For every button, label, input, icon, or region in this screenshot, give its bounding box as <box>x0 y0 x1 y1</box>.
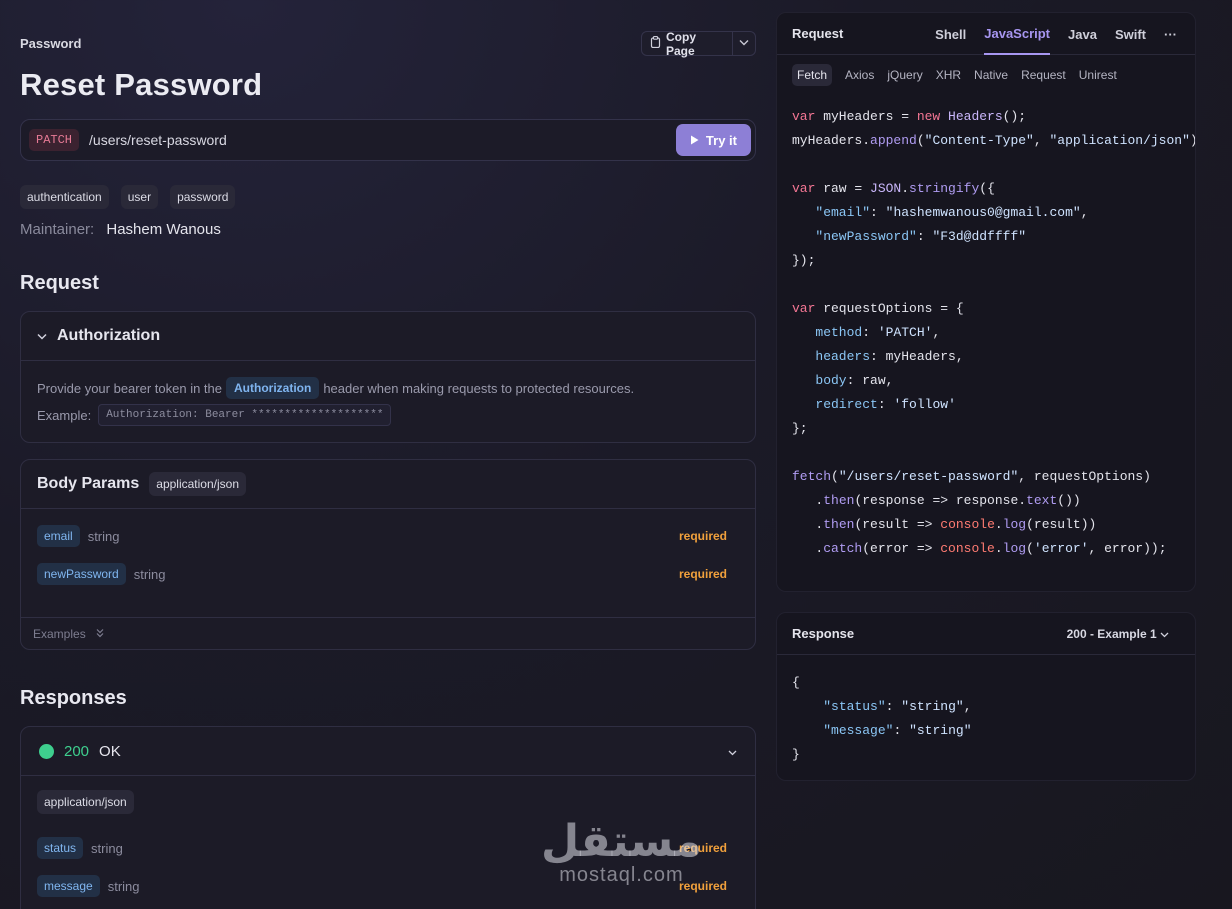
watermark: مستقل mostaql.com <box>541 820 702 887</box>
authorization-card: Authorization Provide your bearer token … <box>20 311 756 443</box>
clipboard-icon <box>650 36 661 51</box>
tab-java[interactable]: Java <box>1068 13 1097 55</box>
method-badge: PATCH <box>29 129 80 151</box>
example-label: Example: <box>37 407 92 423</box>
code-new-password: F3d@ddffff <box>940 229 1019 244</box>
example-code: Authorization: Bearer ******************… <box>98 404 392 426</box>
param-name: email <box>37 525 80 547</box>
body-params-title: Body Params <box>37 475 140 492</box>
code-email: hashemwanous0@gmail.com <box>893 205 1073 220</box>
tab-unirest[interactable]: Unirest <box>1079 68 1117 82</box>
param-row: email string required <box>21 517 755 555</box>
chevrons-down-icon <box>96 627 104 641</box>
copy-page-dropdown[interactable] <box>733 38 755 49</box>
code-sample-panel: Request Shell JavaScript Java Swift ··· … <box>776 12 1196 592</box>
watermark-arabic: مستقل <box>541 816 702 867</box>
examples-label: Examples <box>33 627 86 641</box>
maintainer-label: Maintainer: <box>20 221 95 238</box>
status-dot-icon <box>39 743 54 759</box>
copy-page-button-group: Copy Page <box>641 29 756 58</box>
breadcrumb[interactable]: Password <box>20 36 81 51</box>
tab-axios[interactable]: Axios <box>845 68 874 82</box>
response-200-toggle[interactable]: 200 OK <box>21 727 755 776</box>
body-params-header: Body Params application/json <box>21 460 755 509</box>
copy-page-label: Copy Page <box>666 29 696 58</box>
response-example-select[interactable]: 200 - Example 1 <box>1067 627 1169 641</box>
response-sample: { "status": "string", "message": "string… <box>792 675 972 762</box>
chevron-down-icon <box>37 327 47 345</box>
tag[interactable]: authentication <box>20 185 109 209</box>
tab-jquery[interactable]: jQuery <box>887 68 922 82</box>
response-val-status: string <box>909 699 956 714</box>
required-label: required <box>678 567 727 581</box>
tab-swift[interactable]: Swift <box>1115 13 1146 55</box>
response-status: OK <box>99 742 121 760</box>
more-languages-icon[interactable]: ··· <box>1164 13 1177 55</box>
try-it-label: Try it <box>705 132 737 148</box>
auth-desc-post: header when making requests to protected… <box>323 380 635 396</box>
maintainer-name: Hashem Wanous <box>106 221 221 238</box>
code-url: /users/reset-password <box>846 469 1011 484</box>
tab-xhr[interactable]: XHR <box>936 68 961 82</box>
code-sample: var myHeaders = new Headers(); myHeaders… <box>792 109 1195 556</box>
response-code: 200 <box>64 742 90 760</box>
chevron-down-icon <box>728 743 737 760</box>
response-key-message: message <box>831 723 886 738</box>
response-example-label: 200 - Example 1 <box>1066 626 1157 641</box>
language-tabs: Shell JavaScript Java Swift ··· <box>935 13 1177 55</box>
param-type: string <box>87 528 120 544</box>
library-tabs: Fetch Axios jQuery XHR Native Request Un… <box>777 55 1195 95</box>
chevron-down-icon <box>739 38 749 49</box>
authorization-toggle[interactable]: Authorization <box>21 312 755 361</box>
copy-page-button[interactable]: Copy Page <box>642 29 733 58</box>
content-type-badge: application/json <box>149 472 246 496</box>
response-panel-header: Response 200 - Example 1 <box>777 613 1195 655</box>
response-val-message: string <box>916 723 964 738</box>
tab-native[interactable]: Native <box>974 68 1008 82</box>
authorization-title: Authorization <box>57 327 161 344</box>
try-it-button[interactable]: Try it <box>675 124 751 156</box>
response-panel-title: Response <box>792 626 855 641</box>
tag[interactable]: password <box>170 185 236 209</box>
required-label: required <box>678 529 727 543</box>
param-name: message <box>37 875 100 897</box>
body-params-card: Body Params application/json email strin… <box>20 459 756 650</box>
watermark-latin: mostaql.com <box>559 864 684 886</box>
response-sample-panel: Response 200 - Example 1 { "status": "st… <box>776 612 1196 781</box>
response-key-status: status <box>831 699 878 714</box>
param-row: newPassword string required <box>21 555 755 593</box>
responses-heading: Responses <box>20 687 127 709</box>
endpoint-path: /users/reset-password <box>89 132 227 148</box>
request-heading: Request <box>20 272 99 294</box>
code-method: PATCH <box>885 325 925 340</box>
param-name: newPassword <box>37 563 126 585</box>
tag[interactable]: user <box>120 185 159 209</box>
authorization-header-chip: Authorization <box>226 377 320 399</box>
chevron-down-icon <box>1160 627 1169 641</box>
endpoint-bar: PATCH /users/reset-password Try it <box>20 119 756 161</box>
page-title: Reset Password <box>20 67 263 102</box>
response-content-type: application/json <box>37 790 134 814</box>
authorization-body: Provide your bearer token in the Authori… <box>21 361 755 442</box>
param-type: string <box>133 566 166 582</box>
maintainer: Maintainer: Hashem Wanous <box>20 221 221 238</box>
play-icon <box>690 133 699 148</box>
code-panel-title: Request <box>792 26 844 41</box>
examples-toggle[interactable]: Examples <box>21 617 755 650</box>
param-name: status <box>37 837 84 859</box>
code-panel-header: Request Shell JavaScript Java Swift ··· <box>777 13 1195 55</box>
auth-desc-pre: Provide your bearer token in the <box>37 380 222 396</box>
tab-javascript[interactable]: JavaScript <box>984 13 1051 55</box>
tab-fetch[interactable]: Fetch <box>792 64 833 86</box>
tab-shell[interactable]: Shell <box>935 13 966 55</box>
tag-list: authentication user password <box>20 185 236 209</box>
tab-request[interactable]: Request <box>1021 68 1066 82</box>
code-redirect: follow <box>901 397 949 412</box>
